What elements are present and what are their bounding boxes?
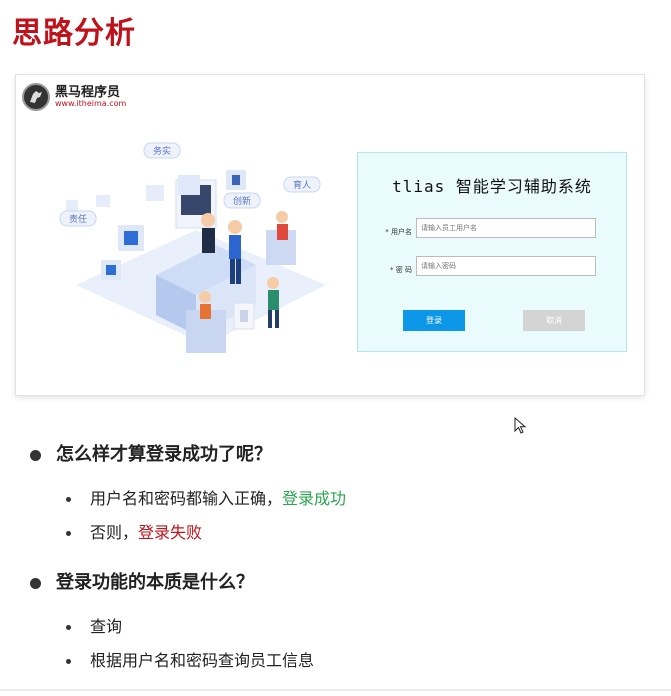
answer-item: 根据用户名和密码查询员工信息 [30,644,650,678]
answer-text: 用户名和密码都输入正确， [90,489,283,508]
slide-title: 思路分析 [12,16,136,51]
bullet-dot-icon [66,497,71,502]
answer-text: 查询 [90,617,123,636]
login-button[interactable]: 登录 [403,310,465,331]
horse-logo-icon [22,83,50,111]
bullet-dot-icon [66,625,71,630]
mouse-cursor-icon [514,417,527,434]
brand: 黑马程序员 www.itheima.com [22,83,126,111]
analysis-bullets: 怎么样才算登录成功了呢？ 用户名和密码都输入正确，登录成功 否则，登录失败 登录… [30,440,650,696]
answer-item: 否则，登录失败 [30,516,650,550]
svg-text:责任: 责任 [69,213,87,225]
brand-name: 黑马程序员 [55,84,121,100]
answer-highlight: 登录成功 [282,489,347,508]
question-text: 怎么样才算登录成功了呢？ [56,444,272,465]
question-text: 登录功能的本质是什么？ [56,572,254,593]
svg-text:创新: 创新 [233,195,251,207]
question-item: 怎么样才算登录成功了呢？ [30,440,650,470]
brand-url: www.itheima.com [55,98,127,108]
answer-text: 否则， [90,523,139,542]
bullet-dot-icon [30,578,41,589]
password-input[interactable] [416,256,596,276]
bullet-dot-icon [66,531,71,536]
username-label: * 用户名 [385,228,412,236]
username-input[interactable] [416,218,596,238]
password-label: * 密 码 [390,266,412,274]
answer-item: 用户名和密码都输入正确，登录成功 [30,482,650,516]
answer-highlight: 登录失败 [138,523,203,542]
cancel-button[interactable]: 取消 [523,310,585,331]
svg-text:育人: 育人 [293,179,311,191]
answer-list: 查询 根据用户名和密码查询员工信息 [30,610,650,678]
answer-item: 查询 [30,610,650,644]
system-title: tlias 智能学习辅助系统 [392,177,592,196]
login-panel: tlias 智能学习辅助系统 * 用户名 * 密 码 登录 取消 [357,152,627,352]
svg-text:务实: 务实 [153,145,171,157]
bullet-dot-icon [66,659,71,664]
teamwork-illustration: 务实 创新 育人 责任 [59,142,326,353]
login-page-screenshot: 黑马程序员 www.itheima.com 务实 创新 育人 责任 tlias … [16,75,644,395]
answer-list: 用户名和密码都输入正确，登录成功 否则，登录失败 [30,482,650,550]
answer-text: 根据用户名和密码查询员工信息 [90,651,315,670]
question-item: 登录功能的本质是什么？ [30,568,650,598]
bullet-dot-icon [30,450,41,461]
